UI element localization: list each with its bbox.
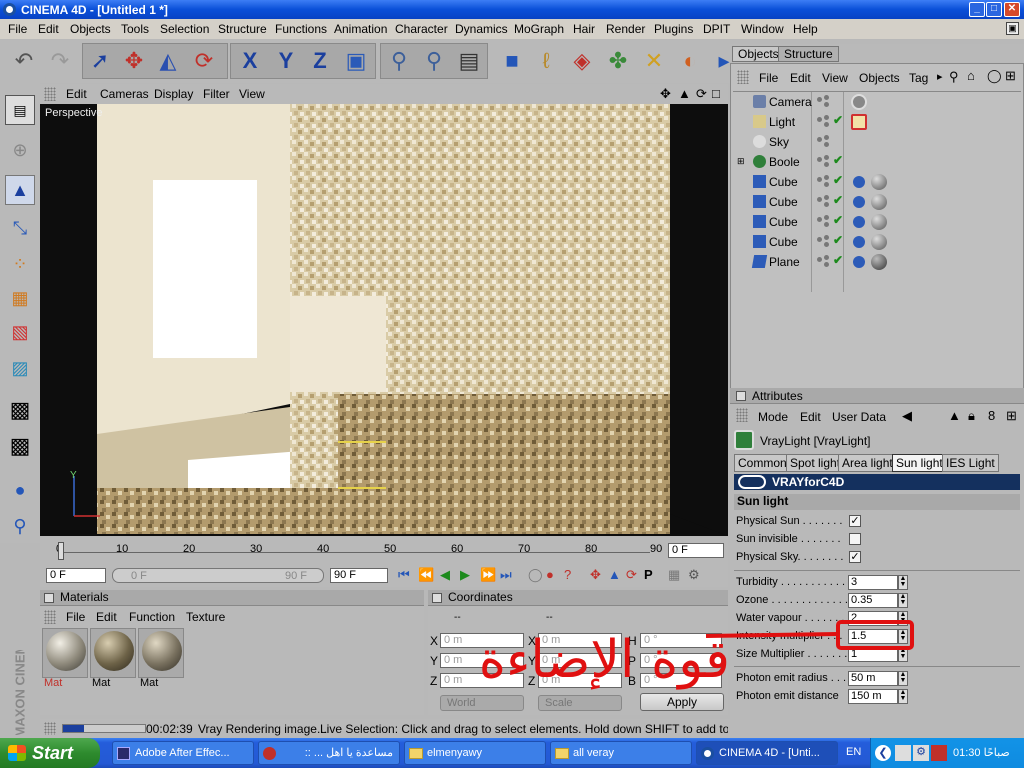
tray-network-icon[interactable]: ⚙	[913, 745, 929, 761]
folder-icon	[409, 748, 423, 759]
task-after-effects[interactable]: Adobe After Effec...	[112, 741, 254, 765]
task-label: all veray	[573, 747, 614, 759]
language-indicator[interactable]: EN	[846, 746, 861, 758]
windows-logo-icon	[8, 745, 26, 761]
task-cinema4d[interactable]: CINEMA 4D - [Unti...	[696, 741, 838, 765]
task-browser[interactable]: مساعدة يا اهل ... ::	[258, 741, 400, 765]
task-folder-elmenyawy[interactable]: elmenyawy	[404, 741, 546, 765]
system-tray: ❮ ⚙ 01:30 صباحًا	[870, 738, 1024, 768]
clock: 01:30 صباحًا	[953, 747, 1010, 759]
browser-icon	[263, 747, 276, 760]
task-folder-all-veray[interactable]: all veray	[550, 741, 692, 765]
task-label: elmenyawy	[427, 747, 483, 759]
task-label: Adobe After Effec...	[135, 747, 230, 759]
annotation-highlight-box	[836, 620, 914, 650]
handwritten-annotation: قوة الإضاءة	[478, 630, 730, 690]
cinema4d-icon	[701, 747, 714, 760]
folder-icon	[555, 748, 569, 759]
tray-app-icon[interactable]	[895, 745, 911, 761]
start-label: Start	[32, 743, 74, 763]
after-effects-icon	[117, 747, 130, 760]
taskbar: Start Adobe After Effec... مساعدة يا اهل…	[0, 738, 1024, 768]
task-label: CINEMA 4D - [Unti...	[719, 747, 820, 759]
tray-expand-icon[interactable]: ❮	[875, 745, 891, 761]
start-button[interactable]: Start	[0, 738, 100, 768]
task-label: مساعدة يا اهل ... ::	[304, 747, 393, 759]
tray-security-icon[interactable]	[931, 745, 947, 761]
